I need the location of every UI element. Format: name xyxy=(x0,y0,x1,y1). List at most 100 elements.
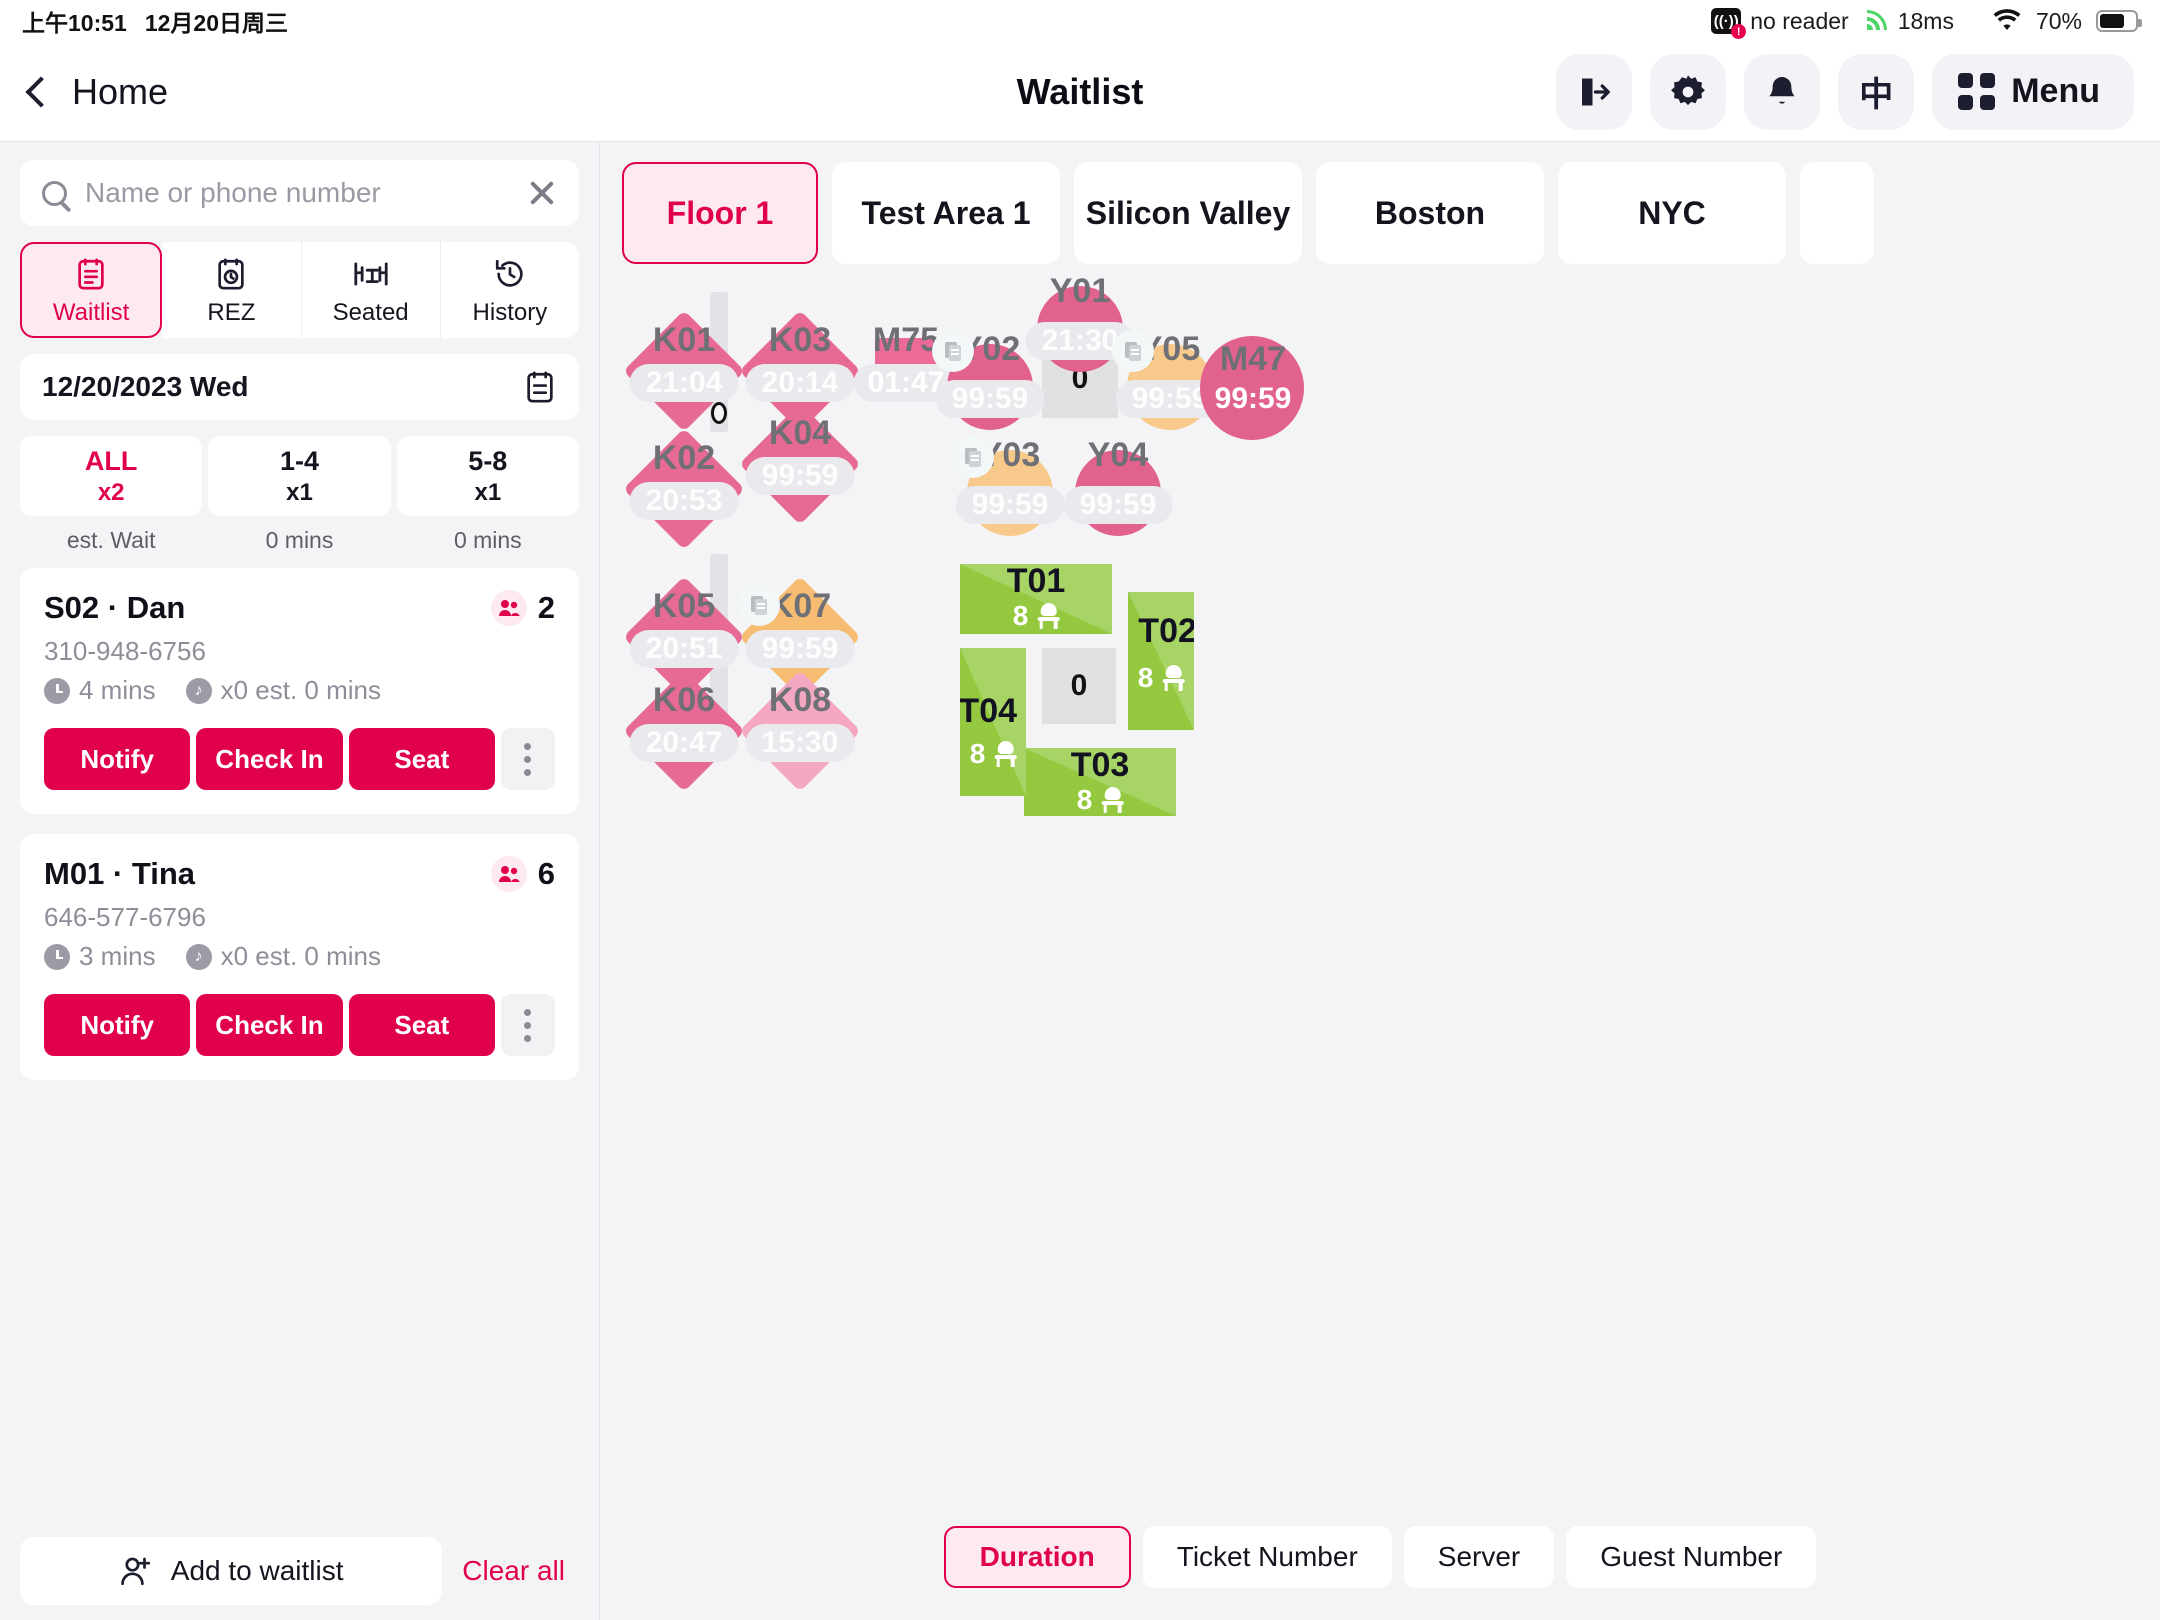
floor-tab-silicon-valley[interactable]: Silicon Valley xyxy=(1074,162,1302,264)
table-T01[interactable]: T01 8 xyxy=(960,564,1112,634)
logout-button[interactable] xyxy=(1556,53,1633,130)
table-T04[interactable]: T04 8 xyxy=(960,648,1026,796)
date-picker[interactable]: 12/20/2023 Wed xyxy=(20,354,579,420)
filter-ticket-number[interactable]: Ticket Number xyxy=(1142,1526,1392,1588)
size-all-count: x2 xyxy=(97,478,125,506)
floor-tab-boston[interactable]: Boston xyxy=(1316,162,1544,264)
party-size: 2 xyxy=(537,590,555,625)
table-M47-time: 99:59 xyxy=(1214,382,1292,415)
floor-tab-floor-1[interactable]: Floor 1 xyxy=(622,162,818,264)
table-Y03[interactable]: 99:59 Y03 xyxy=(950,436,1070,548)
tab-seated[interactable]: Seated xyxy=(301,242,441,338)
calendar-icon xyxy=(527,371,553,403)
table-K01-label: K01 xyxy=(652,321,716,359)
size-filter-5-8[interactable]: 5-8 x1 0 mins xyxy=(396,436,579,554)
reader-icon: ((·))! xyxy=(1711,8,1747,39)
notifications-button[interactable] xyxy=(1744,53,1821,130)
notify-icon xyxy=(185,943,212,970)
table-T03[interactable]: T03 8 xyxy=(1024,748,1176,816)
size-filter-all[interactable]: ALL x2 est. Wait xyxy=(20,436,203,554)
ticket-icon xyxy=(1112,330,1154,372)
notify-button[interactable]: Notify xyxy=(44,728,191,790)
notify-button[interactable]: Notify xyxy=(44,994,191,1056)
tab-waitlist[interactable]: Waitlist xyxy=(20,242,163,338)
filter-duration[interactable]: Duration xyxy=(943,1526,1131,1588)
seat-button[interactable]: Seat xyxy=(348,994,495,1056)
table-K02[interactable]: 20:53 K02 xyxy=(623,428,745,550)
table-Y04-time: 99:59 xyxy=(1063,486,1173,524)
clear-search-icon[interactable] xyxy=(527,178,557,208)
table-T02-seat-count: 8 xyxy=(1137,662,1154,693)
menu-button[interactable]: Menu xyxy=(1932,53,2134,130)
table-K04[interactable]: 99:59 K04 xyxy=(739,403,861,525)
tab-history[interactable]: History xyxy=(440,242,579,338)
table-T04-label: T04 xyxy=(960,692,1018,730)
table-K08-label: K08 xyxy=(768,681,832,719)
more-options-button[interactable] xyxy=(500,994,555,1056)
table-T02[interactable]: T02 8 xyxy=(1128,592,1194,730)
table-K01[interactable]: 21:04 K01 xyxy=(623,310,745,432)
size-all-label: ALL xyxy=(84,445,138,476)
size-1-4-count: x1 xyxy=(286,478,313,506)
ticket-icon xyxy=(952,436,994,478)
notify-info: x0 est. 0 mins xyxy=(220,941,381,971)
add-person-icon xyxy=(120,1557,150,1586)
chevron-left-icon xyxy=(25,75,57,108)
table-Y01-label: Y01 xyxy=(1049,272,1111,310)
table-T04-seat-count: 8 xyxy=(969,738,986,769)
filter-guest-number[interactable]: Guest Number xyxy=(1566,1526,1817,1588)
size-filter-1-4[interactable]: 1-4 x1 0 mins xyxy=(208,436,391,554)
back-button[interactable]: Home xyxy=(22,71,168,113)
chair-icon xyxy=(994,741,1017,767)
more-options-button[interactable] xyxy=(500,728,555,790)
seat-button[interactable]: Seat xyxy=(348,728,495,790)
floor-tab-nyc[interactable]: NYC xyxy=(1558,162,1786,264)
table-Y02[interactable]: 99:59 Y02 xyxy=(930,330,1050,442)
chair-icon xyxy=(1037,603,1060,629)
tab-rez[interactable]: REZ xyxy=(162,242,302,338)
app-header: Home Waitlist 中 Menu xyxy=(0,42,2160,141)
notify-info: x0 est. 0 mins xyxy=(220,675,381,705)
check-in-button[interactable]: Check In xyxy=(196,994,343,1056)
table-K08[interactable]: 15:30 K08 xyxy=(739,670,861,792)
settings-button[interactable] xyxy=(1650,53,1727,130)
sidebar-tabs: Waitlist REZ Seated History xyxy=(20,242,579,338)
clear-all-button[interactable]: Clear all xyxy=(462,1555,579,1587)
table-K06[interactable]: 20:47 K06 xyxy=(623,670,745,792)
tab-waitlist-label: Waitlist xyxy=(52,298,130,326)
language-label: 中 xyxy=(1859,76,1894,114)
logout-icon xyxy=(1582,78,1611,105)
center-square-bottom: 0 xyxy=(1042,648,1116,724)
table-T01-seat-count: 8 xyxy=(1012,600,1029,631)
waitlist-sidebar: Waitlist REZ xyxy=(0,141,600,1620)
battery-icon xyxy=(2096,10,2142,32)
table-K02-time: 20:53 xyxy=(629,482,739,520)
party-icon xyxy=(490,856,527,892)
size-1-4-label: 1-4 xyxy=(279,445,319,476)
search-input[interactable] xyxy=(85,177,509,209)
grid-icon xyxy=(1958,73,1996,110)
status-bar: 上午10:51 12月20日周三 ((·))! no reader 18ms 7… xyxy=(0,0,2160,42)
search-bar[interactable] xyxy=(20,160,579,226)
signal-icon xyxy=(1866,10,1887,30)
table-Y04[interactable]: 99:59 Y04 xyxy=(1058,436,1178,548)
back-label: Home xyxy=(72,70,169,112)
status-date: 12月20日周三 xyxy=(144,10,288,36)
floor-tab-overflow[interactable] xyxy=(1800,162,1874,264)
filter-server[interactable]: Server xyxy=(1403,1526,1555,1588)
table-M47[interactable]: 99:59 M47 xyxy=(1188,326,1318,446)
add-to-waitlist-label: Add to waitlist xyxy=(170,1555,344,1586)
language-button[interactable]: 中 xyxy=(1838,53,1915,130)
floor-plan-canvas[interactable]: 21:04 K01 20:53 K02 20:14 K03 99:59 K04 xyxy=(600,264,2160,1508)
floor-tab-test-area-1[interactable]: Test Area 1 xyxy=(832,162,1060,264)
list-item[interactable]: M01 · Tina 6 646-577-6796 3 mins x0 est.… xyxy=(20,834,579,1080)
check-in-button[interactable]: Check In xyxy=(196,728,343,790)
list-item[interactable]: S02 · Dan 2 310-948-6756 4 mins x0 est. … xyxy=(20,568,579,814)
clock-icon xyxy=(44,677,70,704)
add-to-waitlist-button[interactable]: Add to waitlist xyxy=(20,1537,443,1605)
clipboard-icon xyxy=(74,254,108,294)
size-all-caption: est. Wait xyxy=(66,527,156,553)
table-K03-time: 20:14 xyxy=(745,364,855,402)
table-K02-label: K02 xyxy=(652,439,716,477)
guest-phone: 310-948-6756 xyxy=(44,636,206,666)
